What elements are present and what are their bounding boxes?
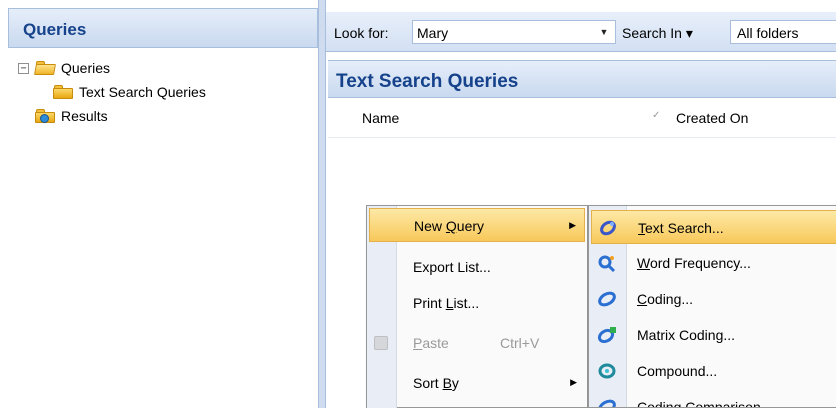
tree-item-queries[interactable]: − Queries (18, 56, 206, 80)
find-toolbar: Look for: ▼ Search In ▾ All folders (326, 12, 836, 52)
column-header-created-on[interactable]: Created On (676, 110, 748, 126)
word-frequency-icon (598, 255, 616, 272)
context-menu: New Query ▶ Export List... Print List...… (366, 205, 588, 408)
look-for-input[interactable] (417, 24, 587, 41)
menu-item-label: Print List... (413, 295, 480, 311)
tree-item-label: Results (61, 108, 108, 124)
menu-item-label: Coding Comparison... (637, 399, 773, 408)
submenu-item-coding-comparison[interactable]: Coding Comparison... (591, 390, 836, 408)
coding-comparison-icon (598, 399, 616, 407)
search-scope-combo[interactable]: All folders (730, 20, 836, 44)
column-header-name[interactable]: Name (362, 110, 399, 126)
list-view-title: Text Search Queries (336, 71, 519, 92)
pane-splitter[interactable] (318, 0, 326, 408)
sort-indicator-icon: ✓ (652, 110, 661, 121)
submenu-arrow-icon: ▶ (569, 220, 576, 230)
column-headers: Name ✓ Created On (328, 98, 836, 138)
submenu-item-compound[interactable]: Compound... (591, 354, 836, 388)
search-scope-value: All folders (737, 25, 799, 41)
submenu-item-coding[interactable]: Coding... (591, 282, 836, 316)
new-query-submenu: Text Search... Word Frequency... Coding.… (588, 205, 836, 408)
menu-item-shortcut: Ctrl+V (500, 335, 540, 351)
coding-query-icon (598, 291, 616, 307)
menu-item-label: Export List... (413, 259, 491, 275)
submenu-item-text-search[interactable]: Text Search... (591, 210, 836, 244)
text-search-icon (600, 220, 616, 236)
menu-item-label: Coding... (637, 291, 694, 307)
compound-query-icon (598, 363, 616, 379)
menu-item-label: New Query (414, 218, 485, 234)
tree-item-results[interactable]: Results (18, 104, 206, 128)
menu-item-print-list[interactable]: Print List... (369, 286, 585, 320)
menu-item-label: Compound... (637, 363, 718, 379)
menu-item-new-query[interactable]: New Query ▶ (369, 208, 585, 242)
submenu-arrow-icon: ▶ (570, 377, 577, 387)
menu-item-label: Matrix Coding... (637, 327, 736, 343)
folder-open-icon (34, 61, 56, 75)
folder-icon (53, 85, 73, 99)
menu-item-label: Word Frequency... (637, 255, 751, 271)
submenu-item-word-frequency[interactable]: Word Frequency... (591, 246, 836, 280)
chevron-down-icon[interactable]: ▼ (595, 23, 613, 41)
matrix-coding-icon (597, 327, 616, 344)
menu-item-sort-by[interactable]: Sort By ▶ (369, 366, 585, 400)
menu-item-label: Paste (413, 335, 449, 351)
tree-item-label: Text Search Queries (79, 84, 206, 100)
tree-item-label: Queries (61, 60, 111, 76)
look-for-label: Look for: (334, 25, 389, 41)
menu-item-label: Text Search... (638, 220, 724, 236)
navigation-pane-title: Queries (23, 20, 87, 39)
navigation-pane: Queries − Queries Text Search Queries Re… (0, 0, 318, 408)
folder-tree: − Queries Text Search Queries Results (18, 56, 206, 128)
list-view-header: Text Search Queries (328, 60, 836, 98)
collapse-icon[interactable]: − (18, 62, 29, 74)
menu-item-label: Sort By (413, 375, 459, 391)
menu-item-export-list[interactable]: Export List... (369, 250, 585, 284)
menu-item-paste: Paste Ctrl+V (369, 326, 585, 360)
results-folder-icon (35, 109, 55, 123)
tree-item-text-search-queries[interactable]: Text Search Queries (18, 80, 206, 104)
navigation-pane-header: Queries (8, 8, 318, 48)
look-for-combo[interactable]: ▼ (412, 20, 616, 44)
paste-icon (374, 336, 388, 350)
submenu-item-matrix-coding[interactable]: Matrix Coding... (591, 318, 836, 352)
search-in-button[interactable]: Search In ▾ (622, 25, 693, 42)
